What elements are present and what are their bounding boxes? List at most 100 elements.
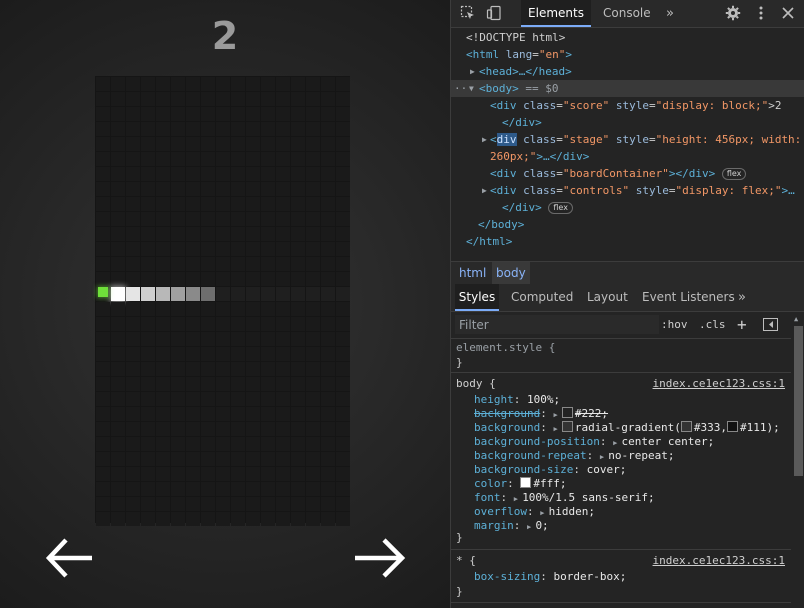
arrow-left-icon[interactable]: [42, 527, 102, 587]
color-swatch[interactable]: [727, 421, 739, 432]
expand-triangle-icon[interactable]: ▶: [553, 411, 561, 419]
scroll-up-icon[interactable]: ▲: [794, 315, 798, 323]
dom-controls-close[interactable]: </div> flex: [451, 199, 804, 216]
filter-input[interactable]: [455, 315, 659, 334]
more-tabs-icon[interactable]: »: [738, 284, 746, 311]
color-swatch[interactable]: [520, 477, 532, 488]
dom-board-div[interactable]: <div class="boardContainer"></div> flex: [451, 165, 804, 182]
grid-cell: [336, 302, 350, 316]
grid-cell: [336, 317, 350, 331]
snake-segment: [186, 287, 200, 301]
stylesheet-link[interactable]: index.ce1ec123.css:1: [653, 377, 785, 391]
expand-triangle-icon[interactable]: ▶: [514, 495, 522, 503]
color-swatch[interactable]: [561, 421, 573, 432]
dom-body-selected[interactable]: ··· ▼ <body> == $0: [451, 80, 804, 97]
css-declaration[interactable]: background-position: ▶ center center;: [451, 435, 791, 449]
grid-cell: [186, 257, 200, 271]
css-declaration[interactable]: background: ▶ #222;: [451, 407, 791, 421]
dom-stage-cont[interactable]: 260px;">…</div>: [451, 148, 804, 165]
toggle-sidebar-icon[interactable]: [763, 318, 778, 331]
css-declaration[interactable]: overflow: ▶ hidden;: [451, 505, 791, 519]
tab-elements[interactable]: Elements: [521, 0, 591, 27]
gear-icon[interactable]: [725, 5, 741, 21]
grid-cell: [171, 377, 185, 391]
css-declaration[interactable]: background-repeat: ▶ no-repeat;: [451, 449, 791, 463]
scrollbar-thumb[interactable]: [794, 326, 803, 476]
tab-computed[interactable]: Computed: [511, 284, 573, 311]
grid-cell: [306, 197, 320, 211]
close-icon[interactable]: [780, 5, 796, 21]
dom-controls-div[interactable]: ▶ <div class="controls" style="display: …: [451, 182, 804, 199]
expand-triangle-icon[interactable]: ▶: [613, 439, 621, 447]
hov-button[interactable]: :hov: [661, 312, 688, 338]
grid-cell: [171, 362, 185, 376]
grid-cell: [126, 122, 140, 136]
grid-cell: [141, 227, 155, 241]
dom-body-close[interactable]: </body>: [451, 216, 804, 233]
tab-console[interactable]: Console: [603, 0, 663, 27]
breadcrumb-body[interactable]: body: [492, 262, 530, 284]
arrow-right-icon[interactable]: [350, 527, 410, 587]
css-declaration[interactable]: font: ▶ 100%/1.5 sans-serif;: [451, 491, 791, 505]
expand-triangle-icon[interactable]: ▶: [553, 425, 561, 433]
grid-cell: [291, 317, 305, 331]
dom-tree: <!DOCTYPE html> <html lang="en"> ▶ <head…: [451, 28, 804, 260]
grid-cell: [231, 512, 245, 526]
body-rule-header[interactable]: body { index.ce1ec123.css:1: [451, 377, 791, 391]
flex-badge[interactable]: flex: [548, 202, 573, 214]
dom-doctype[interactable]: <!DOCTYPE html>: [451, 29, 804, 46]
grid-cell: [96, 92, 110, 106]
grid-cell: [246, 302, 260, 316]
tab-event-listeners[interactable]: Event Listeners: [642, 284, 735, 311]
collapse-triangle-icon[interactable]: ▼: [469, 80, 474, 97]
grid-cell: [291, 512, 305, 526]
dom-score-close[interactable]: </div>: [451, 114, 804, 131]
styles-scrollbar[interactable]: ▲: [791, 312, 804, 608]
dom-html-close[interactable]: </html>: [451, 233, 804, 250]
breadcrumb-html[interactable]: html: [455, 262, 490, 284]
flex-badge[interactable]: flex: [721, 168, 747, 180]
element-style-selector[interactable]: element.style {: [451, 341, 791, 355]
grid-cell: [171, 107, 185, 121]
expand-triangle-icon[interactable]: ▶: [482, 182, 487, 199]
stylesheet-link[interactable]: index.ce1ec123.css:1: [653, 554, 785, 568]
grid-cell: [156, 212, 170, 226]
grid-cell: [261, 137, 275, 151]
dom-html-open[interactable]: <html lang="en">: [451, 46, 804, 63]
star-rule-declaration[interactable]: box-sizing: border-box;: [451, 570, 791, 584]
grid-cell: [96, 497, 110, 511]
grid-cell: [141, 422, 155, 436]
css-declaration[interactable]: background-size: cover;: [451, 463, 791, 477]
kebab-menu-icon[interactable]: [753, 5, 769, 21]
expand-triangle-icon[interactable]: ▶: [482, 131, 487, 148]
cls-button[interactable]: .cls: [699, 312, 726, 338]
grid-cell: [126, 77, 140, 91]
dom-stage-div[interactable]: ▶ <div class="stage" style="height: 456p…: [451, 131, 804, 148]
device-toolbar-icon[interactable]: [486, 5, 502, 21]
grid-cell: [111, 437, 125, 451]
grid-cell: [276, 152, 290, 166]
expand-triangle-icon[interactable]: ▶: [540, 509, 548, 517]
inspect-icon[interactable]: [460, 5, 476, 21]
grid-cell: [201, 347, 215, 361]
tab-layout[interactable]: Layout: [587, 284, 628, 311]
star-rule-header[interactable]: * { index.ce1ec123.css:1: [451, 554, 791, 568]
expand-triangle-icon[interactable]: ▶: [470, 63, 475, 80]
grid-cell: [171, 257, 185, 271]
grid-cell: [336, 182, 350, 196]
grid-cell: [291, 227, 305, 241]
color-swatch[interactable]: [561, 407, 573, 418]
css-declaration[interactable]: color: #fff;: [451, 477, 791, 491]
grid-cell: [261, 407, 275, 421]
add-rule-button[interactable]: +: [737, 312, 747, 338]
grid-cell: [126, 407, 140, 421]
color-swatch[interactable]: [680, 421, 692, 432]
score-display: 2: [211, 14, 239, 58]
grid-cell: [216, 122, 230, 136]
css-declaration[interactable]: height: 100%;: [451, 393, 791, 407]
dom-score-div[interactable]: <div class="score" style="display: block…: [451, 97, 804, 114]
dom-head[interactable]: ▶ <head>…</head>: [451, 63, 804, 80]
css-declaration[interactable]: background: ▶ radial-gradient(#333, #111)…: [451, 421, 791, 435]
tab-styles[interactable]: Styles: [455, 284, 499, 311]
more-tabs-icon[interactable]: »: [666, 0, 674, 27]
